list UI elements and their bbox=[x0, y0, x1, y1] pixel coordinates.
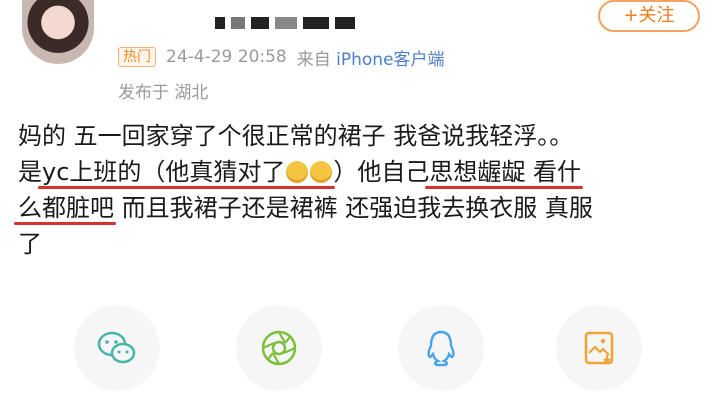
smiley-emoji-icon bbox=[286, 161, 309, 183]
post-body: 妈的 五一回家穿了个很正常的裙子 我爸说我轻浮。。 是yc上班的（他真猜对了 ）他… bbox=[18, 118, 708, 262]
wechat-icon bbox=[97, 331, 136, 364]
save-image-icon bbox=[584, 331, 614, 365]
post-line-2-underlined-end: 思想龌龊 看什 bbox=[429, 158, 582, 186]
post-line-3: 么都脏吧 而且我裙子还是裙裤 还强迫我去换衣服 真服 bbox=[18, 190, 708, 226]
share-qq-button[interactable] bbox=[398, 305, 484, 391]
post-line-1: 妈的 五一回家穿了个很正常的裙子 我爸说我轻浮。。 bbox=[18, 122, 574, 150]
post-line-2-middle: ）他自己 bbox=[333, 158, 430, 186]
post-meta: 热门 24-4-29 20:58 来自 iPhone客户端 bbox=[118, 45, 445, 70]
moments-icon bbox=[261, 330, 297, 366]
post-line-2-start: 是 bbox=[18, 158, 42, 186]
post-line-2-underlined: yc上班的（他真猜对了 bbox=[42, 158, 286, 186]
post-line-3-rest: 而且我裙子还是裙裤 还强迫我去换衣服 真服 bbox=[114, 194, 593, 222]
username-redacted bbox=[215, 14, 365, 30]
post-line-3-underlined: 么都脏吧 bbox=[18, 194, 114, 222]
share-bar bbox=[0, 305, 720, 395]
share-wechat-button[interactable] bbox=[74, 305, 160, 391]
source-device[interactable]: iPhone客户端 bbox=[336, 50, 444, 70]
post-line-2: 是yc上班的（他真猜对了 ）他自己思想龌龊 看什 bbox=[18, 154, 708, 190]
follow-button[interactable]: +关注 bbox=[598, 0, 700, 32]
share-moments-button[interactable] bbox=[236, 305, 322, 391]
post-line-4: 了 bbox=[18, 230, 42, 258]
post-location: 发布于 湖北 bbox=[118, 83, 209, 103]
hot-badge: 热门 bbox=[118, 47, 156, 67]
avatar[interactable] bbox=[22, 0, 94, 64]
blush-emoji-icon bbox=[310, 161, 333, 183]
qq-icon bbox=[427, 330, 455, 367]
source-prefix: 来自 bbox=[296, 49, 331, 70]
timestamp: 24-4-29 20:58 bbox=[166, 47, 287, 67]
post-source: 来自 iPhone客户端 bbox=[297, 45, 445, 70]
save-image-button[interactable] bbox=[556, 305, 642, 391]
underlined-text: yc上班的（他真猜对了 bbox=[42, 158, 333, 186]
